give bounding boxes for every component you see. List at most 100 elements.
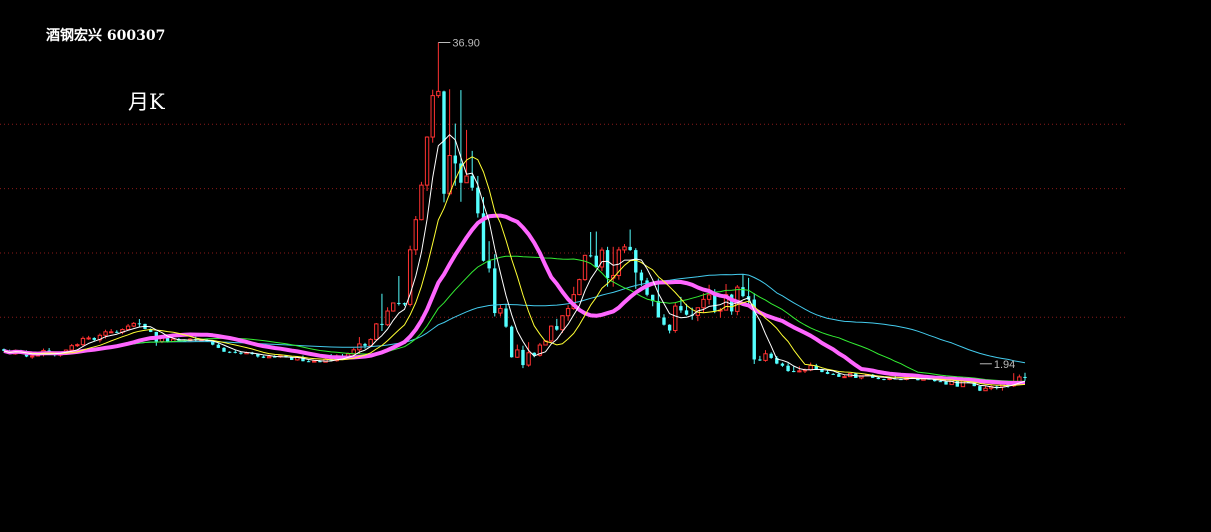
candle-body [363, 343, 367, 346]
candle-body [582, 254, 588, 281]
candle-body [662, 317, 666, 325]
candle-body [222, 347, 226, 352]
candle-body [797, 370, 802, 373]
candle-body [555, 326, 559, 330]
ma10-line [3, 156, 1026, 387]
candle-body [266, 356, 272, 359]
candle-body [792, 371, 796, 373]
candle-body [639, 272, 644, 281]
candle-body [565, 308, 571, 317]
candle-body [453, 155, 457, 164]
candle-body [983, 387, 988, 392]
candle-body [137, 323, 142, 325]
low-price-label: 1.94 [994, 359, 1015, 371]
ma20-line [3, 213, 1025, 385]
candle-body [944, 381, 948, 385]
candle-body [741, 287, 745, 297]
ma5-line [3, 134, 1026, 389]
high-price-label: 36.90 [452, 37, 480, 49]
candle-body [758, 359, 762, 361]
candle-body [30, 355, 35, 358]
candle-body [108, 331, 114, 334]
candle-body [476, 187, 480, 214]
candle-body [831, 373, 835, 375]
candle-body [397, 302, 401, 304]
candle-body [667, 324, 672, 331]
candle-body [560, 315, 565, 331]
candle-body [577, 279, 582, 296]
candle-body [876, 377, 881, 380]
candle-body [233, 351, 237, 353]
candle-body [86, 337, 91, 340]
candle-body [656, 301, 661, 318]
candle-body [515, 349, 520, 358]
candle-body [69, 345, 74, 351]
candle-body [842, 376, 847, 379]
candle-body [679, 306, 683, 311]
stock-title: 酒钢宏兴 600307 [46, 25, 165, 45]
candle-body [239, 352, 243, 354]
candle-body [1023, 376, 1027, 378]
candle-body [75, 344, 80, 347]
candle-body [402, 303, 407, 305]
candle-body [605, 250, 610, 279]
candle-body [763, 353, 768, 361]
candle-body [493, 268, 497, 314]
candle-body [470, 176, 474, 188]
candle-body [131, 322, 136, 327]
candle-body [701, 298, 706, 309]
candle-body [504, 308, 508, 327]
stock-code: 600307 [106, 28, 166, 44]
candle-body [599, 249, 605, 268]
candle-body [498, 307, 503, 314]
period-label: 月K [128, 90, 165, 114]
candle-body [548, 325, 554, 342]
candle-body [628, 246, 632, 251]
ma60-line [3, 273, 1026, 364]
candle-body [780, 363, 785, 366]
candle-body [487, 260, 491, 269]
candle-body [938, 381, 943, 383]
candle-body [837, 374, 841, 377]
candle-body [673, 305, 678, 332]
candle-body [103, 331, 108, 336]
candle-body [216, 344, 221, 348]
candle-body [227, 351, 232, 353]
candle-body [374, 323, 379, 340]
candle-body [419, 184, 424, 221]
ma30-line [3, 255, 1025, 382]
candle-body [526, 352, 531, 366]
candle-body [684, 310, 689, 315]
candle-body [887, 377, 892, 380]
candle-body [978, 386, 982, 391]
candle-body [424, 136, 430, 186]
candle-body [391, 302, 396, 312]
candle-body [80, 337, 86, 346]
candle-body [92, 337, 96, 340]
candle-body [588, 255, 593, 257]
candle-body [312, 360, 317, 363]
candle-body [306, 361, 311, 363]
candle-body [769, 353, 773, 358]
candle-body [436, 90, 441, 97]
candle-body [634, 250, 638, 273]
candle-body [430, 95, 435, 138]
candle-body [413, 219, 418, 251]
stock-name: 酒钢宏兴 [46, 28, 102, 44]
candle-body [594, 255, 598, 268]
candle-body [622, 246, 627, 251]
candle-body [786, 365, 790, 372]
candle-body [825, 372, 830, 374]
candle-body [115, 331, 119, 333]
candle-body [261, 356, 266, 358]
kline-chart[interactable]: 36.90 1.94 [0, 0, 1211, 532]
candle-body [464, 175, 469, 184]
candle-body [521, 349, 525, 366]
candle-body [509, 326, 514, 358]
candle-body [385, 310, 390, 326]
candle-body [125, 325, 131, 331]
candle-body [447, 155, 452, 195]
candle-body [706, 294, 712, 300]
candle-body [442, 91, 446, 194]
candle-body [882, 379, 886, 381]
